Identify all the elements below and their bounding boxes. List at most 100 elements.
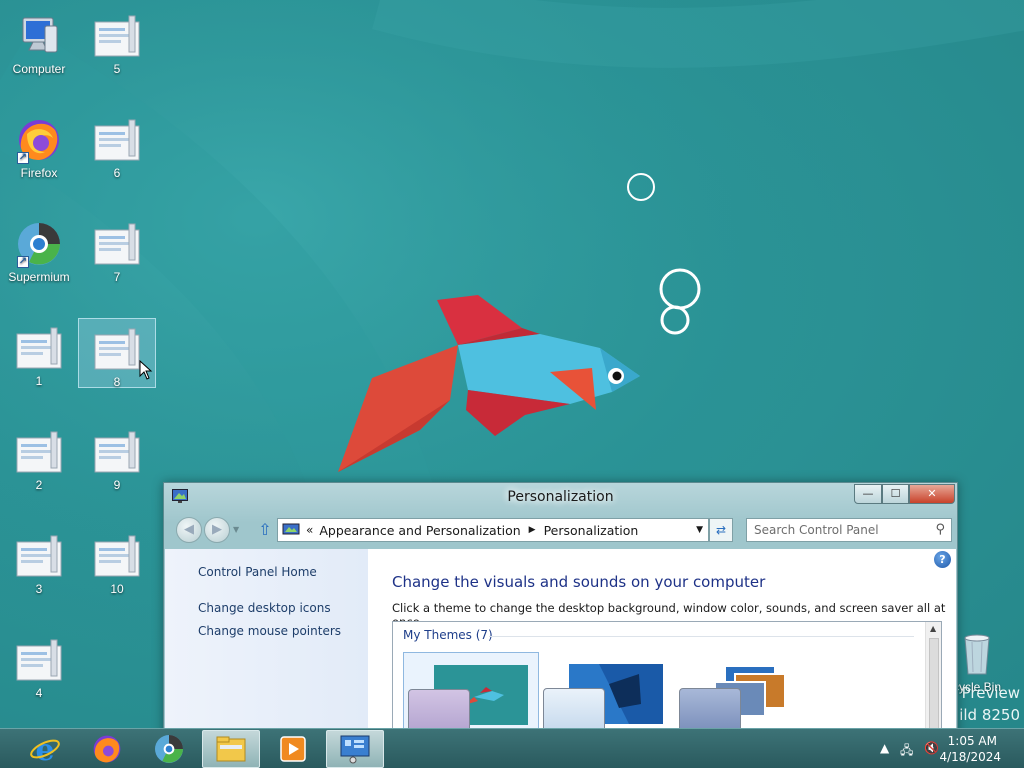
themes-scrollbar[interactable]: ▲	[925, 622, 941, 728]
search-input[interactable]	[747, 519, 927, 541]
desktop-icon-3[interactable]: 3	[0, 526, 78, 596]
desktop-icon-6[interactable]: 6	[78, 110, 156, 180]
address-dropdown-icon[interactable]: ▼	[696, 525, 703, 535]
taskbar-control-panel[interactable]	[326, 730, 384, 768]
search-box[interactable]: ⚲	[746, 518, 952, 542]
file-icon	[93, 428, 141, 476]
scroll-thumb[interactable]	[929, 638, 939, 728]
desktop-icon-label: 4	[35, 686, 43, 700]
desktop-icon-label: 2	[35, 478, 43, 492]
window-title: Personalization	[507, 489, 614, 505]
maximize-button[interactable]: ☐	[882, 484, 909, 504]
refresh-icon: ⇄	[715, 523, 727, 537]
file-icon	[93, 116, 141, 164]
desktop-icon-label: Supermium	[8, 270, 70, 284]
supermium-icon: ↗	[15, 220, 63, 268]
desktop-icon-label: 10	[110, 582, 124, 596]
desktop-icon-1[interactable]: 1	[0, 318, 78, 388]
page-title: Change the visuals and sounds on your co…	[392, 573, 766, 591]
link-change-desktop-icons[interactable]: Change desktop icons	[198, 601, 331, 615]
back-button[interactable]: ◀	[176, 517, 202, 543]
desktop-icon-computer[interactable]: Computer	[0, 6, 78, 76]
watermark-line-1: Preview	[961, 684, 1020, 702]
theme-tile-1[interactable]	[403, 652, 539, 728]
task-pane: Control Panel Home Change desktop icons …	[165, 549, 368, 728]
file-icon	[15, 636, 63, 684]
desktop-icon-label: 7	[113, 270, 121, 284]
theme-color-swatch	[679, 688, 741, 728]
shortcut-arrow-icon: ↗	[17, 256, 29, 268]
refresh-button[interactable]: ⇄	[709, 518, 733, 542]
media-player-icon	[280, 736, 306, 762]
group-divider	[489, 636, 914, 637]
scroll-up-icon[interactable]: ▲	[930, 624, 936, 633]
theme-tile-2[interactable]	[539, 652, 675, 728]
desktop-icon-10[interactable]: 10	[78, 526, 156, 596]
up-one-level-button[interactable]: ⇧	[255, 519, 275, 541]
taskbar-supermium[interactable]	[140, 730, 198, 768]
theme-tile-3[interactable]	[675, 652, 811, 728]
file-icon	[93, 325, 141, 373]
address-overflow-chevron[interactable]: «	[306, 523, 313, 537]
clock-date[interactable]: 4/18/2024	[939, 750, 1001, 764]
file-icon	[93, 532, 141, 580]
watermark-line-2: uild 8250	[949, 706, 1020, 724]
help-icon[interactable]: ?	[934, 551, 951, 568]
address-bar[interactable]: « Appearance and Personalization ▶ Perso…	[277, 518, 709, 542]
taskbar-media-player[interactable]	[264, 730, 322, 768]
taskbar-file-explorer[interactable]	[202, 730, 260, 768]
control-panel-icon	[340, 735, 370, 764]
taskbar-internet-explorer[interactable]: e	[16, 730, 74, 768]
desktop-icon-4[interactable]: 4	[0, 630, 78, 700]
svg-text:e: e	[35, 733, 54, 765]
themes-list[interactable]: My Themes (7) ▲	[392, 621, 942, 728]
desktop-icon-supermium[interactable]: ↗ Supermium	[0, 214, 78, 284]
folder-icon	[216, 736, 246, 762]
close-button[interactable]: ✕	[909, 484, 955, 504]
file-icon	[93, 12, 141, 60]
link-control-panel-home[interactable]: Control Panel Home	[198, 565, 317, 579]
taskbar: e ▲ 🖧 🔇 1:05 AM 4/18/2024	[0, 728, 1024, 768]
desktop-icon-firefox[interactable]: ↗ Firefox	[0, 110, 78, 180]
control-panel-icon	[282, 523, 300, 535]
arrow-left-icon: ◀	[184, 522, 194, 537]
themes-group-header[interactable]: My Themes (7)	[403, 628, 493, 642]
computer-icon	[15, 12, 63, 60]
desktop-icon-label: 1	[35, 374, 43, 388]
internet-explorer-icon: e	[30, 733, 60, 765]
desktop-icon-9[interactable]: 9	[78, 422, 156, 492]
build-watermark: Preview uild 8250	[950, 682, 1020, 726]
desktop-icon-label: 9	[113, 478, 121, 492]
arrow-up-icon: ⇧	[258, 520, 272, 539]
desktop-icon-label: 5	[113, 62, 121, 76]
arrow-right-icon: ▶	[212, 522, 222, 537]
personalization-window[interactable]: Personalization — ☐ ✕ ◀ ▶ ▼ ⇧ « Appearan…	[163, 482, 958, 728]
desktop-icon-2[interactable]: 2	[0, 422, 78, 492]
link-change-mouse-pointers[interactable]: Change mouse pointers	[198, 624, 341, 638]
breadcrumb-separator-icon[interactable]: ▶	[529, 525, 536, 535]
desktop-icon-label: Computer	[12, 62, 66, 76]
desktop-icon-7[interactable]: 7	[78, 214, 156, 284]
breadcrumb-personalization[interactable]: Personalization	[544, 523, 639, 538]
volume-muted-icon[interactable]: 🔇	[924, 741, 939, 755]
file-icon	[93, 220, 141, 268]
recent-pages-button[interactable]: ▼	[233, 525, 239, 534]
forward-button[interactable]: ▶	[204, 517, 230, 543]
desktop-icon-5[interactable]: 5	[78, 6, 156, 76]
network-icon[interactable]: 🖧	[900, 741, 913, 762]
minimize-button[interactable]: —	[854, 484, 882, 504]
recycle-bin-icon	[953, 630, 1001, 678]
desktop-icon-label: 3	[35, 582, 43, 596]
theme-color-swatch	[543, 688, 605, 728]
clock-time[interactable]: 1:05 AM	[948, 734, 997, 748]
firefox-icon: ↗	[15, 116, 63, 164]
navigation-bar: ◀ ▶ ▼ ⇧ « Appearance and Personalization…	[172, 517, 952, 543]
window-content: Control Panel Home Change desktop icons …	[165, 549, 956, 728]
breadcrumb-appearance[interactable]: Appearance and Personalization	[319, 523, 520, 538]
file-icon	[15, 324, 63, 372]
taskbar-firefox[interactable]	[78, 730, 136, 768]
search-icon[interactable]: ⚲	[935, 522, 945, 537]
desktop: Computer ↗ Firefox ↗ Supermium 1 2 3 4 5…	[0, 0, 1024, 728]
show-hidden-icons-icon[interactable]: ▲	[880, 741, 889, 755]
desktop-icon-label: 6	[113, 166, 121, 180]
